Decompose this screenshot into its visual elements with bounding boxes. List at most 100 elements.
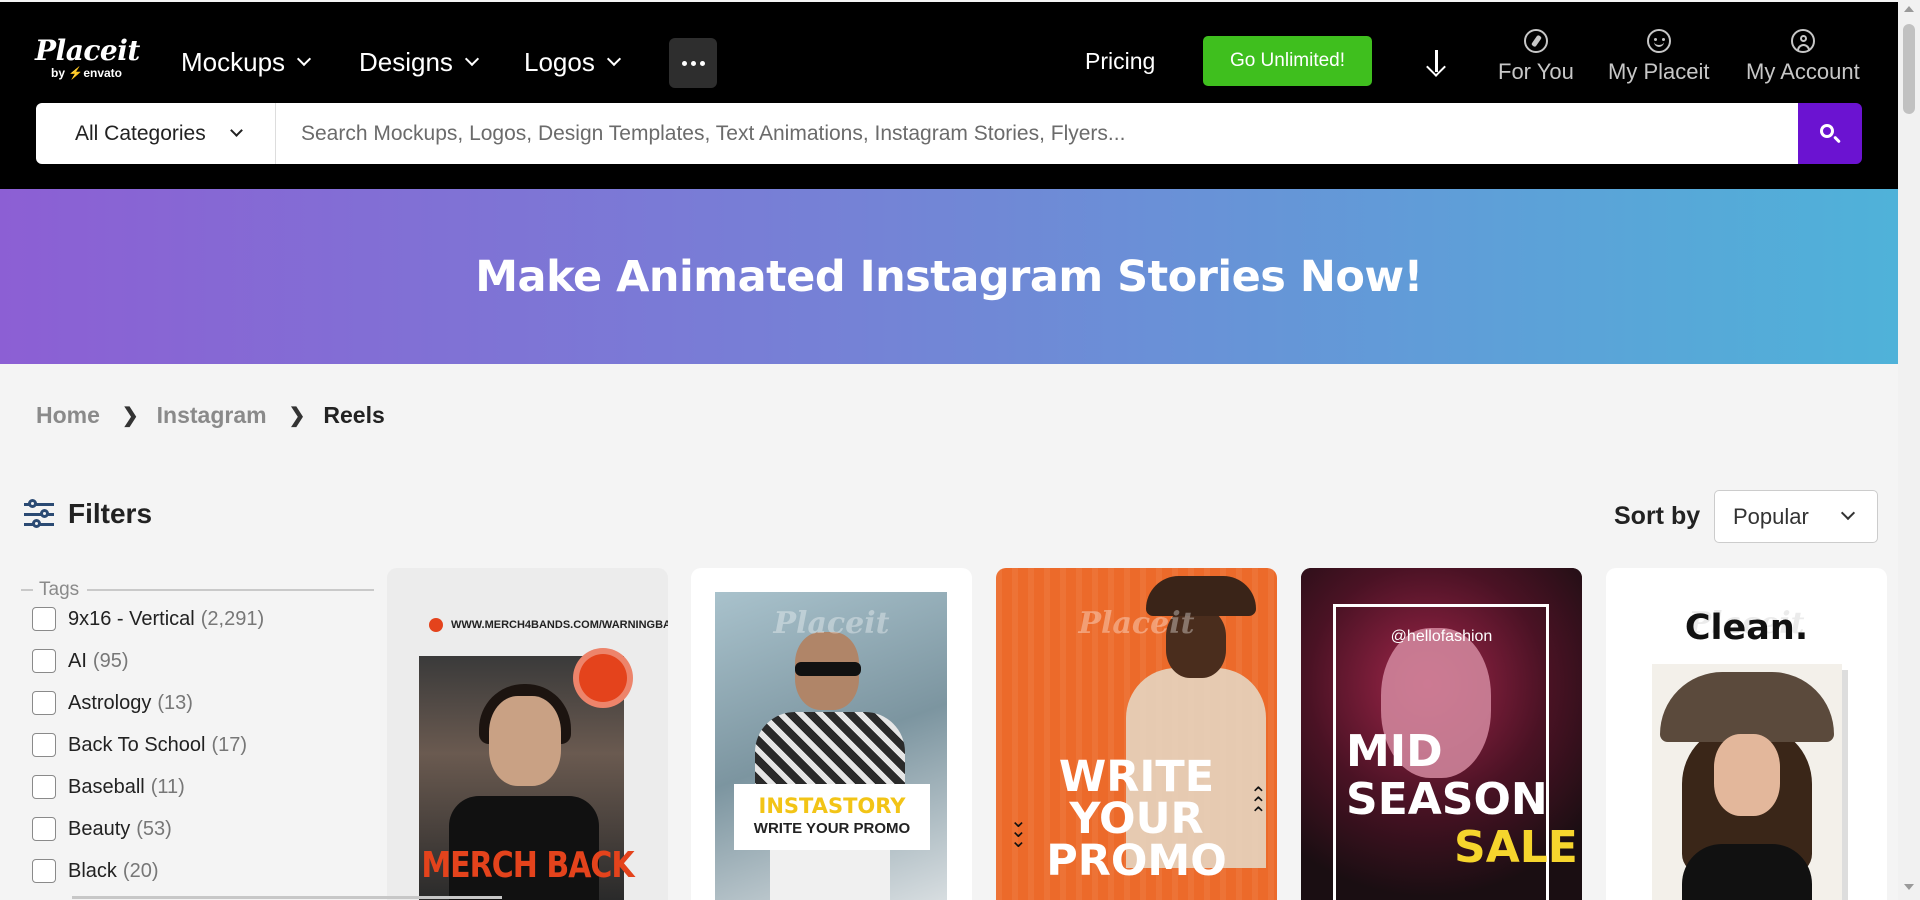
scroll-down-arrow-icon[interactable] [1904,884,1914,890]
tag-filter-option[interactable]: Baseball (11) [32,775,185,799]
horizontal-scrollbar-thumb[interactable] [72,896,502,899]
filters-toggle[interactable]: Filters [24,498,152,530]
sliders-icon [24,499,54,529]
tag-filter-option[interactable]: Beauty (53) [32,817,172,841]
tag-label: Back To School [68,733,206,756]
my-placeit-link[interactable]: My Placeit [1608,29,1709,85]
chevron-down-icon [229,124,243,137]
ellipsis-icon [690,60,696,66]
my-account-link[interactable]: My Account [1746,29,1860,85]
pricing-link[interactable]: Pricing [1085,48,1155,75]
chevron-down-icon [1840,505,1856,521]
vertical-scrollbar[interactable] [1898,0,1920,900]
tags-group-legend: Tags [21,579,374,601]
red-dot-icon [429,618,443,632]
chevron-down-icon [606,51,621,67]
scroll-up-arrow-icon[interactable] [1904,6,1914,12]
envato-leaf-icon: ⚡ [68,66,84,80]
chevrons-down-icon: ⌄ ⌄ ⌄ [1010,810,1027,852]
filters-title: Filters [68,498,153,529]
tag-count: (11) [150,775,185,798]
placeit-logo[interactable]: Placeit by ⚡envato [35,34,140,82]
search-button[interactable] [1798,103,1862,164]
placeit-watermark: Placeit [773,606,890,641]
category-select-value: All Categories [75,121,206,145]
more-menu-button[interactable] [669,38,717,88]
logo-by-envato: by ⚡envato [51,66,122,80]
card-url-text: WWW.MERCH4BANDS.COM/WARNINGBAND [451,619,668,631]
sort-by-label: Sort by [1614,502,1701,530]
template-card[interactable]: Placeit WRITE YOUR PROMO ⌄ ⌄ ⌄ ⌃ ⌃ ⌃ [996,568,1277,900]
scrollbar-thumb[interactable] [1903,24,1915,114]
logo-by-text: by [51,66,66,80]
tag-label: 9x16 - Vertical [68,607,195,630]
tag-count: (20) [122,859,159,882]
checkbox[interactable] [32,649,56,673]
tags-group-label: Tags [39,579,80,600]
tag-label: AI [68,649,87,672]
chevrons-up-icon: ⌃ ⌃ ⌃ [1250,784,1267,826]
template-card[interactable]: WWW.MERCH4BANDS.COM/WARNINGBAND MERCH BA… [387,568,668,900]
tag-count: (13) [157,691,193,714]
tag-filter-option[interactable]: 9x16 - Vertical (2,291) [32,607,264,631]
sort-select[interactable]: Popular [1714,490,1878,543]
checkbox[interactable] [32,691,56,715]
tags-filter-group: Tags 9x16 - Vertical (2,291) AI (95) Ast… [21,579,374,883]
download-arrow-icon[interactable] [1424,46,1448,78]
nav-logos-dropdown[interactable]: Logos [524,46,621,78]
card-title: Clean. [1684,608,1809,648]
checkbox[interactable] [32,775,56,799]
checkbox[interactable] [32,859,56,883]
tag-count: (17) [211,733,248,756]
checkbox[interactable] [32,817,56,841]
my-account-label: My Account [1746,59,1860,84]
template-card[interactable]: Placeit INSTASTORY WRITE YOUR PROMO [691,568,972,900]
card-url-caption: WWW.MERCH4BANDS.COM/WARNINGBAND [429,618,668,632]
tag-label: Beauty [68,817,131,840]
top-navigation-bar: Placeit by ⚡envato Mockups Designs Logos… [0,2,1898,189]
compass-icon [1523,29,1548,53]
card-caption-box: INSTASTORY WRITE YOUR PROMO [734,784,930,850]
tag-filter-option[interactable]: Back To School (17) [32,733,247,757]
checkbox[interactable] [32,733,56,757]
for-you-link[interactable]: For You [1498,29,1574,85]
card-title: MID SEASON SALE [1346,728,1578,872]
breadcrumb: Home ❯ Instagram ❯ Reels [36,402,385,429]
template-card[interactable]: @hellofashion MID SEASON SALE [1301,568,1582,900]
search-input[interactable] [276,103,1798,164]
card-title: WRITE YOUR PROMO [996,752,1277,883]
template-card[interactable]: Placeit Clean. [1606,568,1887,900]
tag-label: Astrology [68,691,152,714]
nav-mockups-label: Mockups [181,46,286,77]
tag-filter-option[interactable]: Astrology (13) [32,691,193,715]
ellipsis-icon [681,60,687,66]
card-title: INSTASTORY [758,794,906,818]
checkbox[interactable] [32,607,56,631]
user-circle-icon [1790,29,1815,53]
search-icon [1819,123,1841,145]
ellipsis-icon [699,60,705,66]
card-title-line: WRITE [1058,752,1215,802]
tag-count: (95) [92,649,129,672]
breadcrumb-home[interactable]: Home [36,402,100,429]
for-you-label: For You [1498,59,1574,84]
banner-title: Make Animated Instagram Stories Now! [475,251,1423,302]
card-title-line: MID [1346,726,1443,777]
placeit-watermark: Placeit [1078,606,1195,641]
nav-designs-label: Designs [359,46,453,77]
breadcrumb-instagram[interactable]: Instagram [157,402,267,429]
logo-wordmark: Placeit [35,34,140,67]
nav-mockups-dropdown[interactable]: Mockups [181,46,312,78]
tag-filter-option[interactable]: Black (20) [32,859,158,883]
card-title-line: SALE [1454,822,1578,873]
tag-filter-option[interactable]: AI (95) [32,649,128,673]
logo-envato-text: envato [83,66,122,80]
breadcrumb-reels: Reels [323,402,385,428]
go-unlimited-button[interactable]: Go Unlimited! [1203,36,1372,86]
category-select[interactable]: All Categories [36,103,276,164]
tag-label: Black [68,859,117,882]
tag-count: (53) [136,817,172,840]
card-handle: @hellofashion [1390,628,1493,645]
smiley-icon [1646,29,1671,53]
nav-designs-dropdown[interactable]: Designs [359,46,480,78]
